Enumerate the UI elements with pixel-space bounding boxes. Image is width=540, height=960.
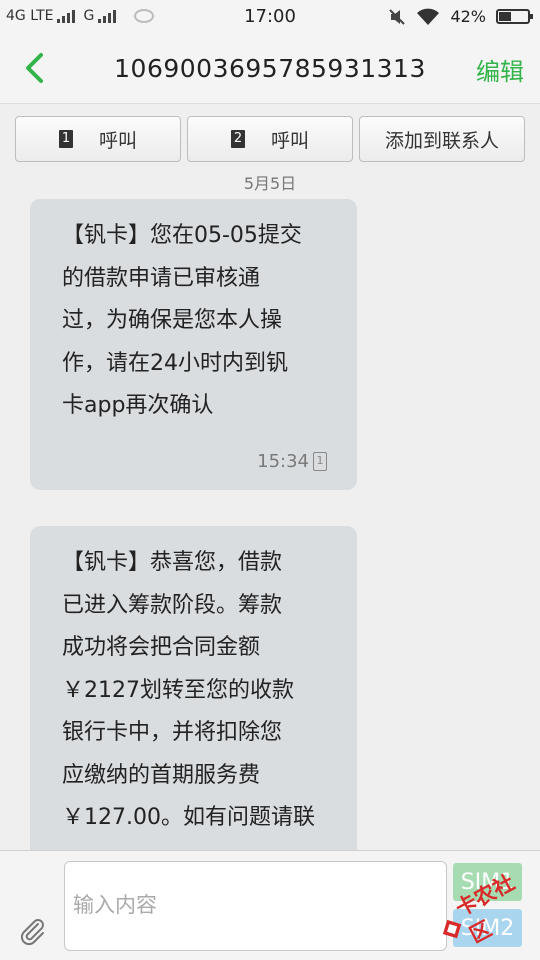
call-sim2-button[interactable]: 2 呼叫 (187, 116, 353, 162)
date-separator: 5月5日 (243, 174, 297, 193)
call-sim1-button[interactable]: 1 呼叫 (15, 116, 181, 162)
action-bar: 1 呼叫 2 呼叫 添加到联系人 (0, 104, 540, 170)
paperclip-icon[interactable] (16, 915, 48, 947)
conversation-header: 1069003695785931313 编辑 (0, 34, 540, 104)
status-icons: 42% (388, 7, 533, 26)
wifi-icon (417, 8, 440, 25)
call-label: 呼叫 (270, 129, 309, 152)
message-text: 【钒卡】您在05-05提交 的借款申请已审核通 过，为确保是您本人操 作，请在2… (62, 223, 302, 418)
sim-1-icon: 1 (58, 130, 73, 148)
battery-icon (496, 9, 533, 24)
edit-button[interactable]: 编辑 (476, 52, 524, 87)
chevron-left-icon (26, 53, 43, 83)
contact-number: 1069003695785931313 (114, 54, 426, 83)
status-bar: 4G LTE G 17:00 42% (0, 0, 540, 34)
sim-1-icon: 1 (313, 452, 327, 471)
add-contact-label: 添加到联系人 (384, 129, 499, 152)
message-bubble[interactable]: 【钒卡】您在05-05提交 的借款申请已审核通 过，为确保是您本人操 作，请在2… (30, 199, 357, 490)
battery-percent: 42% (450, 7, 486, 26)
message-text: 【钒卡】恭喜您，借款 已进入筹款阶段。筹款 成功将会把合同金额 ￥2127划转至… (62, 550, 315, 830)
message-input[interactable] (64, 861, 447, 951)
message-thread[interactable]: 5月5日 【钒卡】您在05-05提交 的借款申请已审核通 过，为确保是您本人操 … (0, 170, 540, 850)
message-bubble[interactable]: 【钒卡】恭喜您，借款 已进入筹款阶段。筹款 成功将会把合同金额 ￥2127划转至… (30, 526, 357, 850)
sim-2-icon: 2 (230, 130, 245, 148)
add-to-contacts-button[interactable]: 添加到联系人 (359, 116, 525, 162)
message-time: 15:34 (257, 451, 309, 472)
back-button[interactable] (14, 48, 54, 88)
message-meta: 15:34 1 (257, 451, 327, 472)
mute-icon (389, 8, 406, 25)
call-label: 呼叫 (98, 129, 137, 152)
